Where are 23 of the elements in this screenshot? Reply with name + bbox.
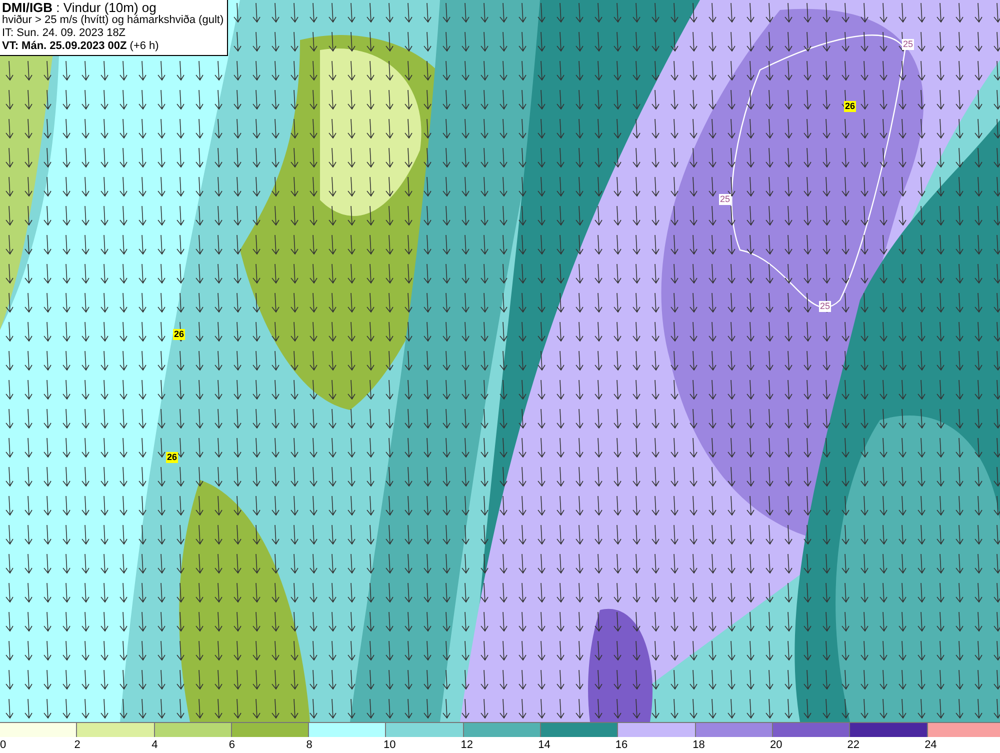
legend-tick: 0 (0, 739, 6, 752)
legend-tick: 16 (615, 739, 628, 752)
legend-tick: 18 (692, 739, 705, 752)
legend-tick: 10 (383, 739, 396, 752)
max-gust-label: 26 (844, 101, 856, 112)
caption-line: IT: Sun. 24. 09. 2023 18Z (2, 27, 127, 40)
legend-tick: 20 (770, 739, 782, 752)
max-gust-label: 26 (166, 452, 178, 463)
legend-tick: 14 (538, 739, 550, 752)
legend-tick: 6 (228, 739, 236, 752)
legend-tick: 4 (152, 739, 158, 752)
legend-tick: 12 (460, 739, 474, 752)
legend-tick: 8 (306, 739, 312, 752)
gust-contour-label: 25 (719, 194, 732, 205)
legend-tick: 2 (74, 739, 80, 752)
caption-line: VT: Mán. 25.09.2023 00Z (+6 h) (2, 40, 160, 53)
caption-line: DMI/IGB : Vindur (10m) og (2, 1, 156, 14)
max-gust-label: 26 (173, 329, 186, 340)
gust-contour-label: 25 (819, 301, 832, 312)
caption-line: hviður > 25 m/s (hvítt) og hámarkshviða (gult) (2, 14, 224, 27)
gust-contour-label: 25 (902, 39, 914, 50)
legend-tick: 24 (924, 739, 937, 752)
legend-tick: 22 (847, 739, 860, 752)
